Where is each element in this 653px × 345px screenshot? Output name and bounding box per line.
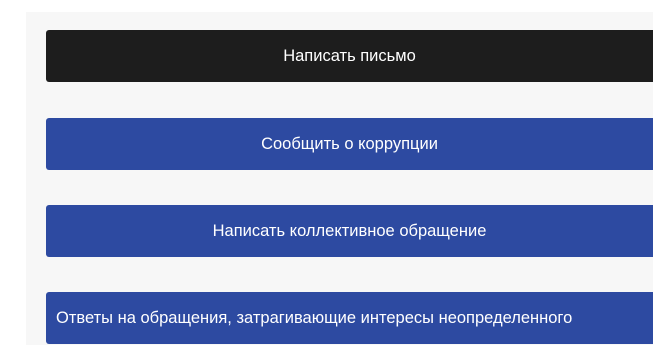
- write-letter-button[interactable]: Написать письмо: [46, 30, 653, 82]
- report-corruption-button[interactable]: Сообщить о коррупции: [46, 118, 653, 170]
- answers-to-appeals-button[interactable]: Ответы на обращения, затрагивающие интер…: [46, 292, 653, 344]
- collective-appeal-button[interactable]: Написать коллективное обращение: [46, 205, 653, 257]
